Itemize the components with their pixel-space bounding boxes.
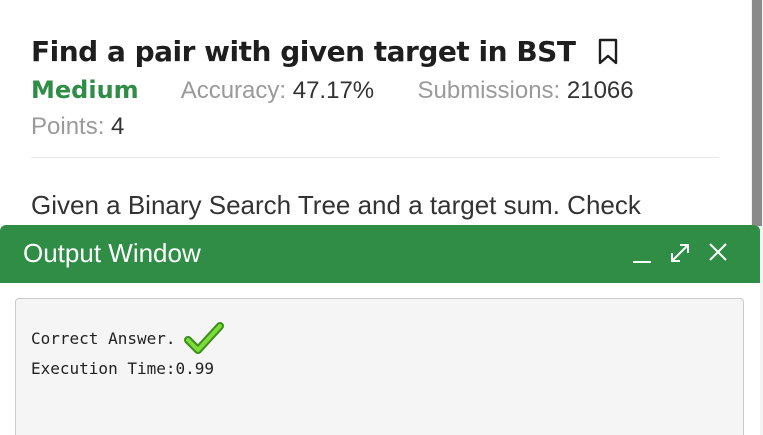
meta-row: Medium Accuracy: 47.17% Submissions: 210… [31, 76, 634, 105]
difficulty-badge: Medium [31, 76, 139, 104]
scrollbar-thumb[interactable] [752, 0, 762, 226]
problem-description: Given a Binary Search Tree and a target … [31, 190, 641, 220]
minimize-icon[interactable] [630, 239, 654, 267]
result-line: Correct Answer. [31, 321, 224, 355]
output-console: Correct Answer. Execution Time:0.99 [15, 298, 744, 435]
submissions-label: Submissions: [417, 77, 561, 104]
close-icon[interactable] [706, 239, 730, 267]
points-row: Points: 4 [31, 113, 124, 141]
checkmark-icon [183, 321, 224, 355]
points-label: Points: [31, 113, 105, 140]
maximize-icon[interactable] [668, 239, 692, 267]
output-window-title: Output Window [23, 238, 201, 268]
bookmark-icon[interactable] [597, 38, 619, 66]
submissions-value: 21066 [566, 77, 634, 104]
problem-title: Find a pair with given target in BST [31, 35, 576, 68]
execution-time: Execution Time:0.99 [31, 359, 215, 378]
output-window: Output Window Correct Answer. Execution … [0, 225, 760, 435]
window-controls [616, 239, 730, 267]
title-row: Find a pair with given target in BST [31, 35, 619, 68]
divider [31, 157, 719, 158]
output-window-header[interactable]: Output Window [0, 225, 760, 283]
accuracy-value: 47.17% [292, 77, 375, 104]
accuracy-label: Accuracy: [180, 77, 287, 104]
points-value: 4 [111, 113, 125, 140]
result-text: Correct Answer. [31, 328, 176, 348]
